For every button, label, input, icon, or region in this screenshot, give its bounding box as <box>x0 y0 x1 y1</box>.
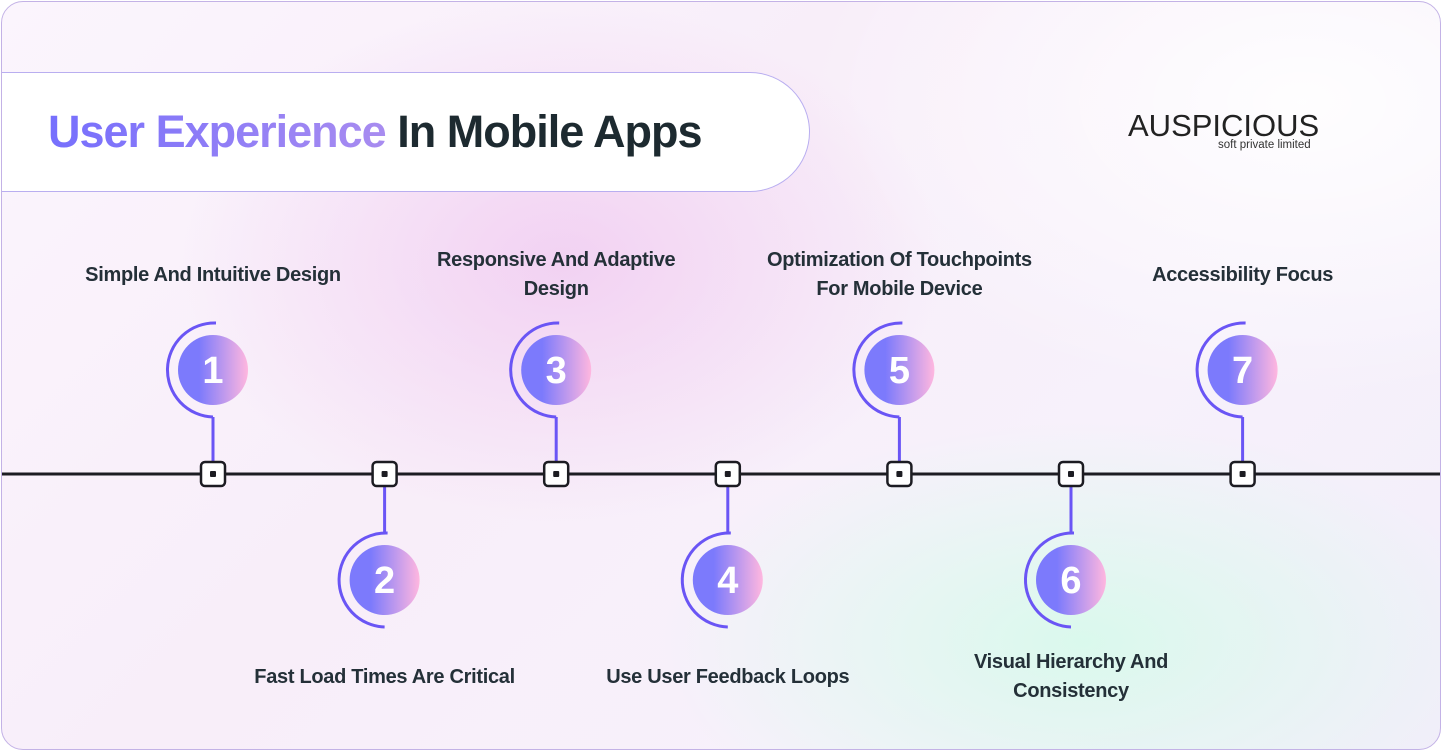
node-dot <box>1239 471 1246 477</box>
step-number: 5 <box>889 350 910 392</box>
node-dot <box>553 471 560 477</box>
step-number: 7 <box>1232 350 1253 392</box>
node-dot <box>1068 471 1074 477</box>
node-dot <box>724 471 731 477</box>
node-dot <box>381 471 388 477</box>
node-dot <box>210 471 216 477</box>
step-3: 3 <box>509 321 592 488</box>
step-label: Fast Load Times Are Critical <box>254 666 515 688</box>
step-label: Visual Hierarchy And Consistency <box>973 651 1169 702</box>
step-label: Simple And Intuitive Design <box>85 264 341 286</box>
step-label: Accessibility Focus <box>1152 264 1334 286</box>
step-number: 6 <box>1060 560 1081 602</box>
step-label: Use User Feedback Loops <box>606 666 850 688</box>
infographic: User Experience In Mobile Apps AUSPICIOU… <box>1 1 1441 750</box>
step-2: 2 <box>337 460 420 629</box>
step-label: Optimization Of Touchpoints For Mobile D… <box>766 249 1032 300</box>
step-number: 1 <box>202 350 223 392</box>
step-5: 5 <box>852 321 935 488</box>
step-number: 3 <box>546 350 567 392</box>
step-6: 6 <box>1024 460 1106 629</box>
step-number: 2 <box>374 560 395 602</box>
step-1: 1 <box>166 321 248 488</box>
step-label: Responsive And Adaptive Design <box>437 249 676 300</box>
step-4: 4 <box>680 460 763 629</box>
node-dot <box>896 471 903 477</box>
timeline-diagram: 1 2 3 4 5 6 7 <box>2 321 1440 629</box>
step-number: 4 <box>717 560 738 602</box>
step-7: 7 <box>1195 321 1278 488</box>
